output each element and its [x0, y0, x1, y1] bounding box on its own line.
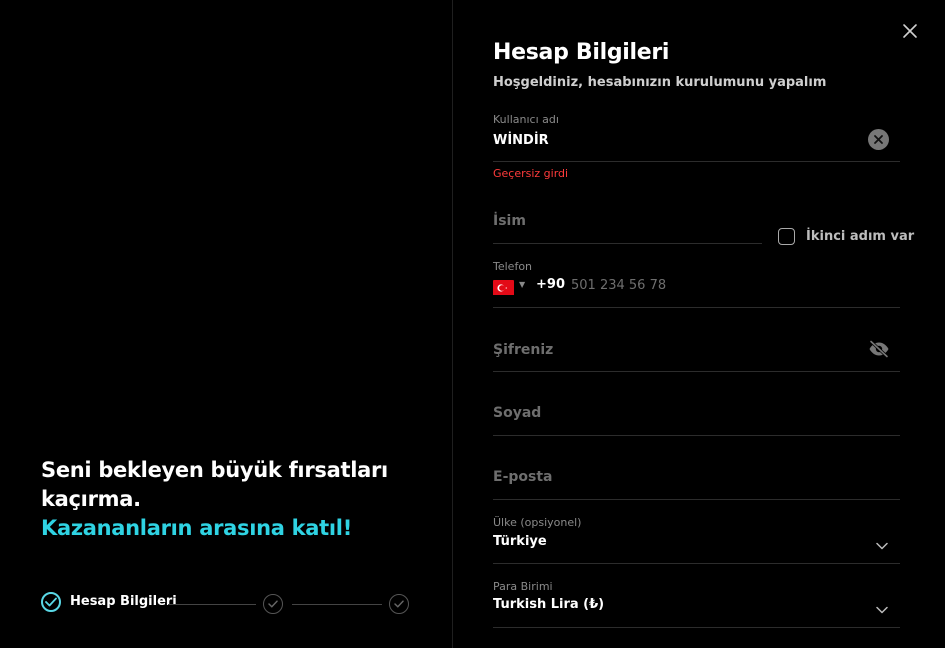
currency-value: Turkish Lira (₺) [493, 597, 605, 612]
promo-panel: Seni bekleyen büyük fırsatları kaçırma. … [0, 0, 452, 648]
password-placeholder: Şifreniz [493, 342, 554, 358]
surname-field[interactable]: Soyad [493, 384, 900, 436]
eye-off-icon[interactable] [868, 340, 890, 358]
password-field[interactable]: Şifreniz [493, 320, 900, 372]
currency-label: Para Birimi [493, 580, 553, 593]
phone-placeholder: 501 234 56 78 [571, 278, 667, 293]
turkey-flag-icon[interactable] [493, 280, 514, 295]
checkbox-box[interactable] [778, 228, 795, 245]
country-caret-icon[interactable]: ▼ [519, 280, 525, 289]
step-3-check-icon [389, 594, 409, 614]
phone-field[interactable]: Telefon ▼ +90 501 234 56 78 [493, 255, 900, 308]
form-subtitle: Hoşgeldiniz, hesabınızın kurulumunu yapa… [493, 75, 827, 90]
phone-label: Telefon [493, 260, 533, 273]
signup-modal: Seni bekleyen büyük fırsatları kaçırma. … [0, 0, 945, 648]
promo-headline: Seni bekleyen büyük fırsatları kaçırma. [41, 458, 388, 511]
username-field[interactable]: Kullanıcı adı WİNDİR [493, 108, 900, 162]
name-field[interactable]: İsim [493, 198, 762, 244]
surname-placeholder: Soyad [493, 405, 542, 421]
promo-cta-text: Kazananların arasına katıl! [41, 516, 352, 540]
checkbox-label: İkinci adım var [806, 229, 915, 244]
clear-icon[interactable] [868, 129, 889, 150]
stepper: Hesap Bilgileri [41, 592, 413, 616]
country-select[interactable]: Ülke (opsiyonel) Türkiye [493, 512, 900, 564]
country-label: Ülke (opsiyonel) [493, 516, 582, 529]
step-1-check-icon [41, 592, 61, 612]
panel-divider [452, 0, 453, 648]
country-value: Türkiye [493, 534, 547, 549]
dial-code: +90 [536, 277, 565, 292]
step-connector [292, 604, 382, 605]
name-placeholder: İsim [493, 213, 526, 229]
step-1-label: Hesap Bilgileri [70, 594, 177, 609]
step-connector [168, 604, 256, 605]
chevron-down-icon[interactable] [876, 535, 888, 550]
email-field[interactable]: E-posta [493, 448, 900, 500]
chevron-down-icon[interactable] [876, 599, 888, 614]
username-value[interactable]: WİNDİR [493, 133, 549, 148]
form-title: Hesap Bilgileri [493, 40, 670, 65]
step-2-check-icon [263, 594, 283, 614]
promo-text: Seni bekleyen büyük fırsatları kaçırma. … [41, 456, 421, 543]
close-icon[interactable] [902, 23, 918, 39]
email-placeholder: E-posta [493, 469, 553, 485]
username-error: Geçersiz girdi [493, 167, 569, 180]
username-label: Kullanıcı adı [493, 113, 559, 126]
currency-select[interactable]: Para Birimi Turkish Lira (₺) [493, 576, 900, 628]
